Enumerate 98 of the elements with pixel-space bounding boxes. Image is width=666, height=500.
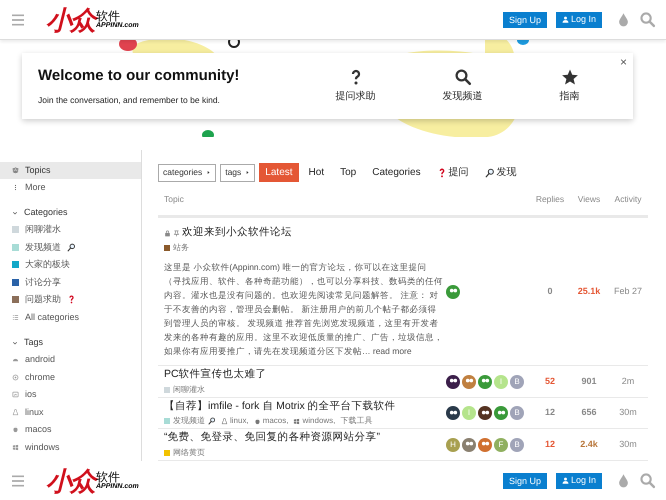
layers-icon — [12, 167, 19, 174]
search-icon[interactable] — [639, 472, 656, 489]
sidebar-item[interactable]: 发现频道 — [0, 238, 141, 256]
welcome-link[interactable]: 发现频道 — [428, 68, 498, 104]
avatar[interactable] — [478, 406, 492, 420]
replies-count: 0 — [546, 285, 554, 298]
penguin-icon — [12, 408, 19, 416]
menu-icon[interactable] — [10, 472, 26, 488]
filter-dropdown[interactable]: categories — [158, 164, 216, 182]
sidebar-item[interactable]: windows — [0, 438, 141, 456]
chrome-icon — [12, 374, 19, 381]
category-link[interactable]: 发现频道 — [164, 415, 205, 428]
nav-tab[interactable]: Hot — [302, 163, 330, 182]
apple-icon — [12, 426, 19, 434]
question-mark-icon — [436, 168, 447, 178]
magnifier-icon — [208, 417, 216, 426]
nav-tab[interactable]: Categories — [366, 163, 427, 182]
search-icon[interactable] — [639, 11, 656, 28]
welcome-link[interactable]: 指南 — [534, 68, 604, 104]
nav-tab[interactable]: Top — [334, 163, 362, 182]
filter-dropdown[interactable]: tags — [220, 164, 256, 182]
sidebar-item[interactable]: 讨论分享 — [0, 274, 141, 291]
sidebar-item[interactable]: ios — [0, 386, 141, 404]
apple-icon — [254, 418, 261, 425]
caret-icon — [245, 170, 250, 175]
avatar[interactable] — [446, 374, 460, 388]
views-count: 2.4k — [579, 438, 599, 451]
read-more-link[interactable]: read more — [372, 346, 412, 356]
activity-time: 30m — [618, 438, 638, 451]
nav-tab[interactable]: 发现 — [478, 163, 523, 182]
caret-icon — [206, 170, 212, 175]
column-header[interactable]: Activity — [608, 193, 648, 206]
sidebar-item[interactable]: linux — [0, 404, 141, 421]
star-icon — [560, 68, 578, 86]
sidebar-item[interactable]: More — [0, 179, 141, 196]
user-icon — [562, 477, 569, 484]
tablet-icon — [12, 391, 19, 398]
sidebar-item[interactable]: 大家的板块 — [0, 256, 141, 274]
topic-excerpt: 这里是 小众软件(Appinn.com) 唯一的官方论坛，你可以在这里提问（寻找应用、软件、各种奇葩功能），也可以分享科技、数码类的任何内容。灌水也是没有问题的。也欢迎先阅读常见问题解答。 注意： 对于不友善的内容，管理员会删帖。 新注册用户的前几个帖子都必须得到管理人员的审核。 发现频道 推荐首先浏览发现频道，这里有开发者发来的各种有趣的应用。这里不欢迎低质量的推广、广告，垃圾信息，如果你有应用要推广，请先在发现频道分区下发帖… read more — [164, 261, 444, 358]
question-mark-icon — [67, 295, 76, 304]
replies-count: 12 — [544, 438, 556, 451]
column-header[interactable]: Topic — [158, 193, 530, 206]
windows-icon — [12, 444, 19, 451]
section-toggle[interactable]: Categories — [0, 204, 141, 221]
topic-title[interactable]: 欢迎来到小众软件论坛 — [182, 225, 292, 242]
category-link[interactable]: 站务 — [164, 242, 189, 254]
chevron-icon — [12, 340, 18, 346]
user-icon — [562, 16, 569, 23]
log-in-button[interactable]: Log In — [556, 12, 602, 28]
sidebar-item[interactable]: android — [0, 351, 141, 368]
views-count: 25.1k — [576, 285, 602, 298]
sign-up-button[interactable]: Sign Up — [502, 472, 547, 488]
welcome-link[interactable]: 提问求助 — [320, 68, 390, 104]
tag-link[interactable]: windows, — [293, 415, 336, 428]
close-button[interactable]: × — [620, 53, 627, 71]
sidebar-item[interactable]: chrome — [0, 368, 141, 386]
activity-time: 30m — [618, 406, 638, 420]
views-count: 901 — [580, 374, 598, 388]
tag-link[interactable]: macos, — [254, 415, 288, 428]
chevron-icon — [12, 210, 18, 216]
list-icon — [12, 314, 19, 321]
sidebar-item[interactable]: All categories — [0, 308, 141, 326]
android-icon — [12, 356, 19, 364]
sign-up-button[interactable]: Sign Up — [502, 12, 547, 28]
windows-icon — [293, 418, 300, 425]
droplet-icon[interactable] — [616, 12, 631, 27]
tag-link[interactable]: linux, — [221, 415, 249, 428]
activity-time: Feb 27 — [612, 285, 644, 298]
category-link[interactable]: 网络黄页 — [164, 447, 205, 460]
log-in-button[interactable]: Log In — [556, 472, 602, 488]
penguin-icon — [221, 418, 228, 425]
views-count: 656 — [580, 406, 598, 420]
sidebar-item[interactable]: Topics — [0, 162, 141, 179]
activity-time: 2m — [620, 374, 636, 388]
replies-count: 52 — [544, 374, 556, 388]
topic-title[interactable]: PC软件宣传也太难了 — [164, 367, 267, 383]
droplet-icon[interactable] — [616, 473, 631, 488]
nav-tab[interactable]: 提问 — [430, 163, 475, 182]
search-icon — [454, 68, 472, 86]
sidebar-item[interactable]: 闲聊灌水 — [0, 221, 141, 238]
category-link[interactable]: 闲聊灌水 — [164, 384, 205, 396]
more-icon — [12, 184, 19, 191]
avatar[interactable] — [446, 406, 460, 420]
welcome-subtitle: Join the conversation, and remember to be kind. — [38, 94, 221, 107]
column-header[interactable]: Replies — [530, 193, 570, 206]
nav-tab[interactable]: Latest — [259, 163, 299, 182]
section-toggle[interactable]: Tags — [0, 334, 141, 351]
menu-icon[interactable] — [10, 12, 26, 28]
replies-count: 12 — [544, 406, 556, 420]
magnifier-icon — [67, 242, 76, 252]
topic-title[interactable]: 【自荐】imfile - fork 自 Motrix 的全平台下载软件 — [164, 398, 396, 414]
sidebar-item[interactable]: 问题求助 — [0, 291, 141, 308]
sidebar-item[interactable]: macos — [0, 421, 141, 438]
welcome-title: Welcome to our community! — [38, 66, 240, 86]
tag-link[interactable]: 下载工具 — [340, 415, 372, 428]
magnifier-icon — [484, 168, 495, 178]
topic-title[interactable]: “免费、免登录、免回复的各种资源网站分享” — [164, 430, 380, 446]
column-header[interactable]: Views — [570, 193, 608, 206]
